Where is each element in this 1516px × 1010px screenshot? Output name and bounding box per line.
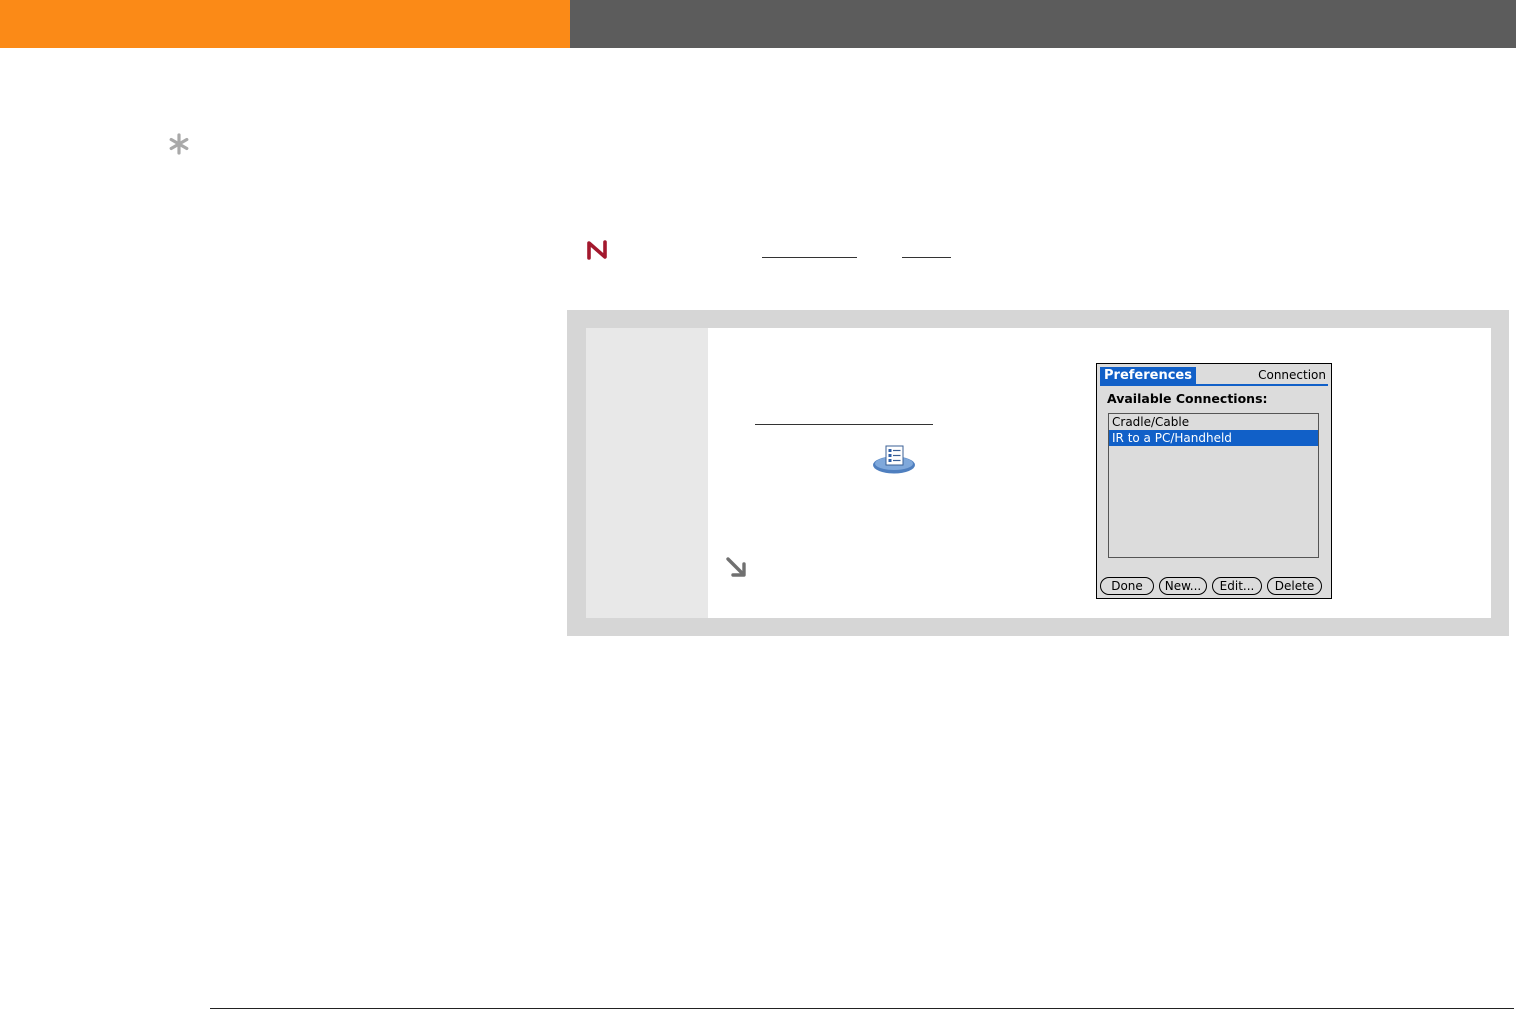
palm-button-bar: Done New... Edit... Delete (1100, 577, 1330, 597)
note-icon (587, 240, 607, 260)
palm-title-rule (1100, 384, 1328, 386)
preferences-app-icon (873, 445, 915, 474)
palm-menu-tab[interactable]: Preferences (1100, 367, 1196, 385)
list-item-selected[interactable]: IR to a PC/Handheld (1109, 430, 1318, 446)
step-number-column (586, 328, 708, 618)
cross-reference-link[interactable] (762, 257, 857, 258)
arrow-down-right-icon (726, 557, 746, 577)
delete-button[interactable]: Delete (1267, 577, 1322, 595)
palm-app-name: Connection (1258, 368, 1326, 382)
footer-rule (210, 1008, 1514, 1009)
done-button[interactable]: Done (1100, 577, 1154, 595)
asterisk-icon (169, 133, 189, 155)
header-accent-bar (0, 0, 570, 48)
new-button[interactable]: New... (1159, 577, 1207, 595)
available-connections-label: Available Connections: (1107, 391, 1268, 406)
list-item[interactable]: Cradle/Cable (1109, 414, 1318, 430)
edit-button[interactable]: Edit... (1212, 577, 1262, 595)
device-screenshot: Preferences Connection Available Connect… (1096, 363, 1332, 599)
cross-reference-link[interactable] (755, 424, 933, 425)
header-title-bar (570, 0, 1516, 48)
cross-reference-link[interactable] (902, 257, 951, 258)
connections-list[interactable]: Cradle/Cable IR to a PC/Handheld (1108, 413, 1319, 558)
